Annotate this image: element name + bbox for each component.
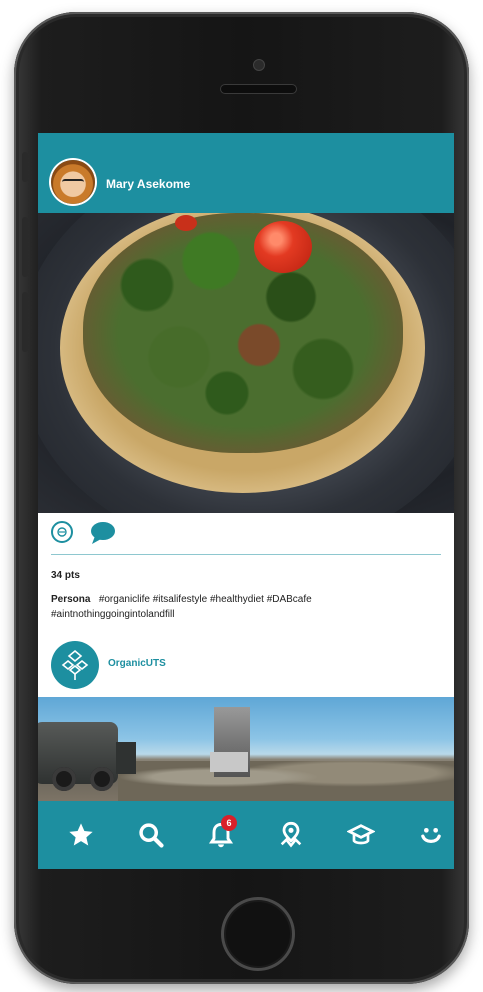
caption-hashtags[interactable]: #organiclife #itsalifestyle #healthydiet… <box>51 594 312 620</box>
nav-notifications[interactable]: 6 <box>207 815 237 849</box>
nav-profile[interactable] <box>417 821 445 849</box>
graduation-cap-icon <box>346 824 376 845</box>
tomato <box>254 221 312 273</box>
mute-switch <box>22 152 28 182</box>
tomato-small <box>175 215 197 231</box>
second-post-photo[interactable] <box>38 697 454 801</box>
divider <box>51 554 441 555</box>
nav-favorites[interactable] <box>67 821 95 849</box>
search-icon <box>139 823 164 848</box>
avatar-glasses <box>62 179 84 187</box>
avatar[interactable] <box>51 160 95 204</box>
star-icon <box>69 823 93 846</box>
comment-icon[interactable] <box>90 521 116 545</box>
app-screen: Mary Asekome 34 pts Persona #organiclife… <box>38 133 454 869</box>
truck-wheel <box>52 767 76 791</box>
points-icon[interactable] <box>51 521 73 543</box>
post-username[interactable]: Mary Asekome <box>106 177 190 191</box>
organic-logo-icon[interactable] <box>51 641 99 689</box>
landfill-debris <box>118 761 454 801</box>
nav-search[interactable] <box>137 821 165 849</box>
map-pin-icon <box>280 821 302 848</box>
volume-down-button <box>22 292 28 352</box>
points-glyph <box>57 527 67 537</box>
suggested-account-name[interactable]: OrganicUTS <box>108 658 166 669</box>
home-button[interactable] <box>221 897 295 971</box>
smiley-icon <box>421 828 441 844</box>
front-camera <box>254 60 264 70</box>
truck-cab <box>116 742 136 774</box>
post-points: 34 pts <box>51 570 80 581</box>
earpiece-speaker <box>221 85 296 93</box>
salad-greens <box>83 213 403 453</box>
post-photo[interactable] <box>38 213 454 513</box>
bottom-navbar: 6 <box>38 801 454 869</box>
grape-icon <box>61 649 89 680</box>
volume-up-button <box>22 217 28 277</box>
caption-user[interactable]: Persona <box>51 594 90 605</box>
notification-badge: 6 <box>221 815 237 831</box>
nav-learn[interactable] <box>346 821 376 849</box>
post-actions <box>38 513 454 555</box>
excavator-base <box>210 752 248 772</box>
post-caption: Persona #organiclife #itsalifestyle #hea… <box>51 592 411 622</box>
nav-map[interactable] <box>277 821 305 849</box>
post-header: Mary Asekome <box>38 133 454 213</box>
truck-wheel <box>90 767 114 791</box>
